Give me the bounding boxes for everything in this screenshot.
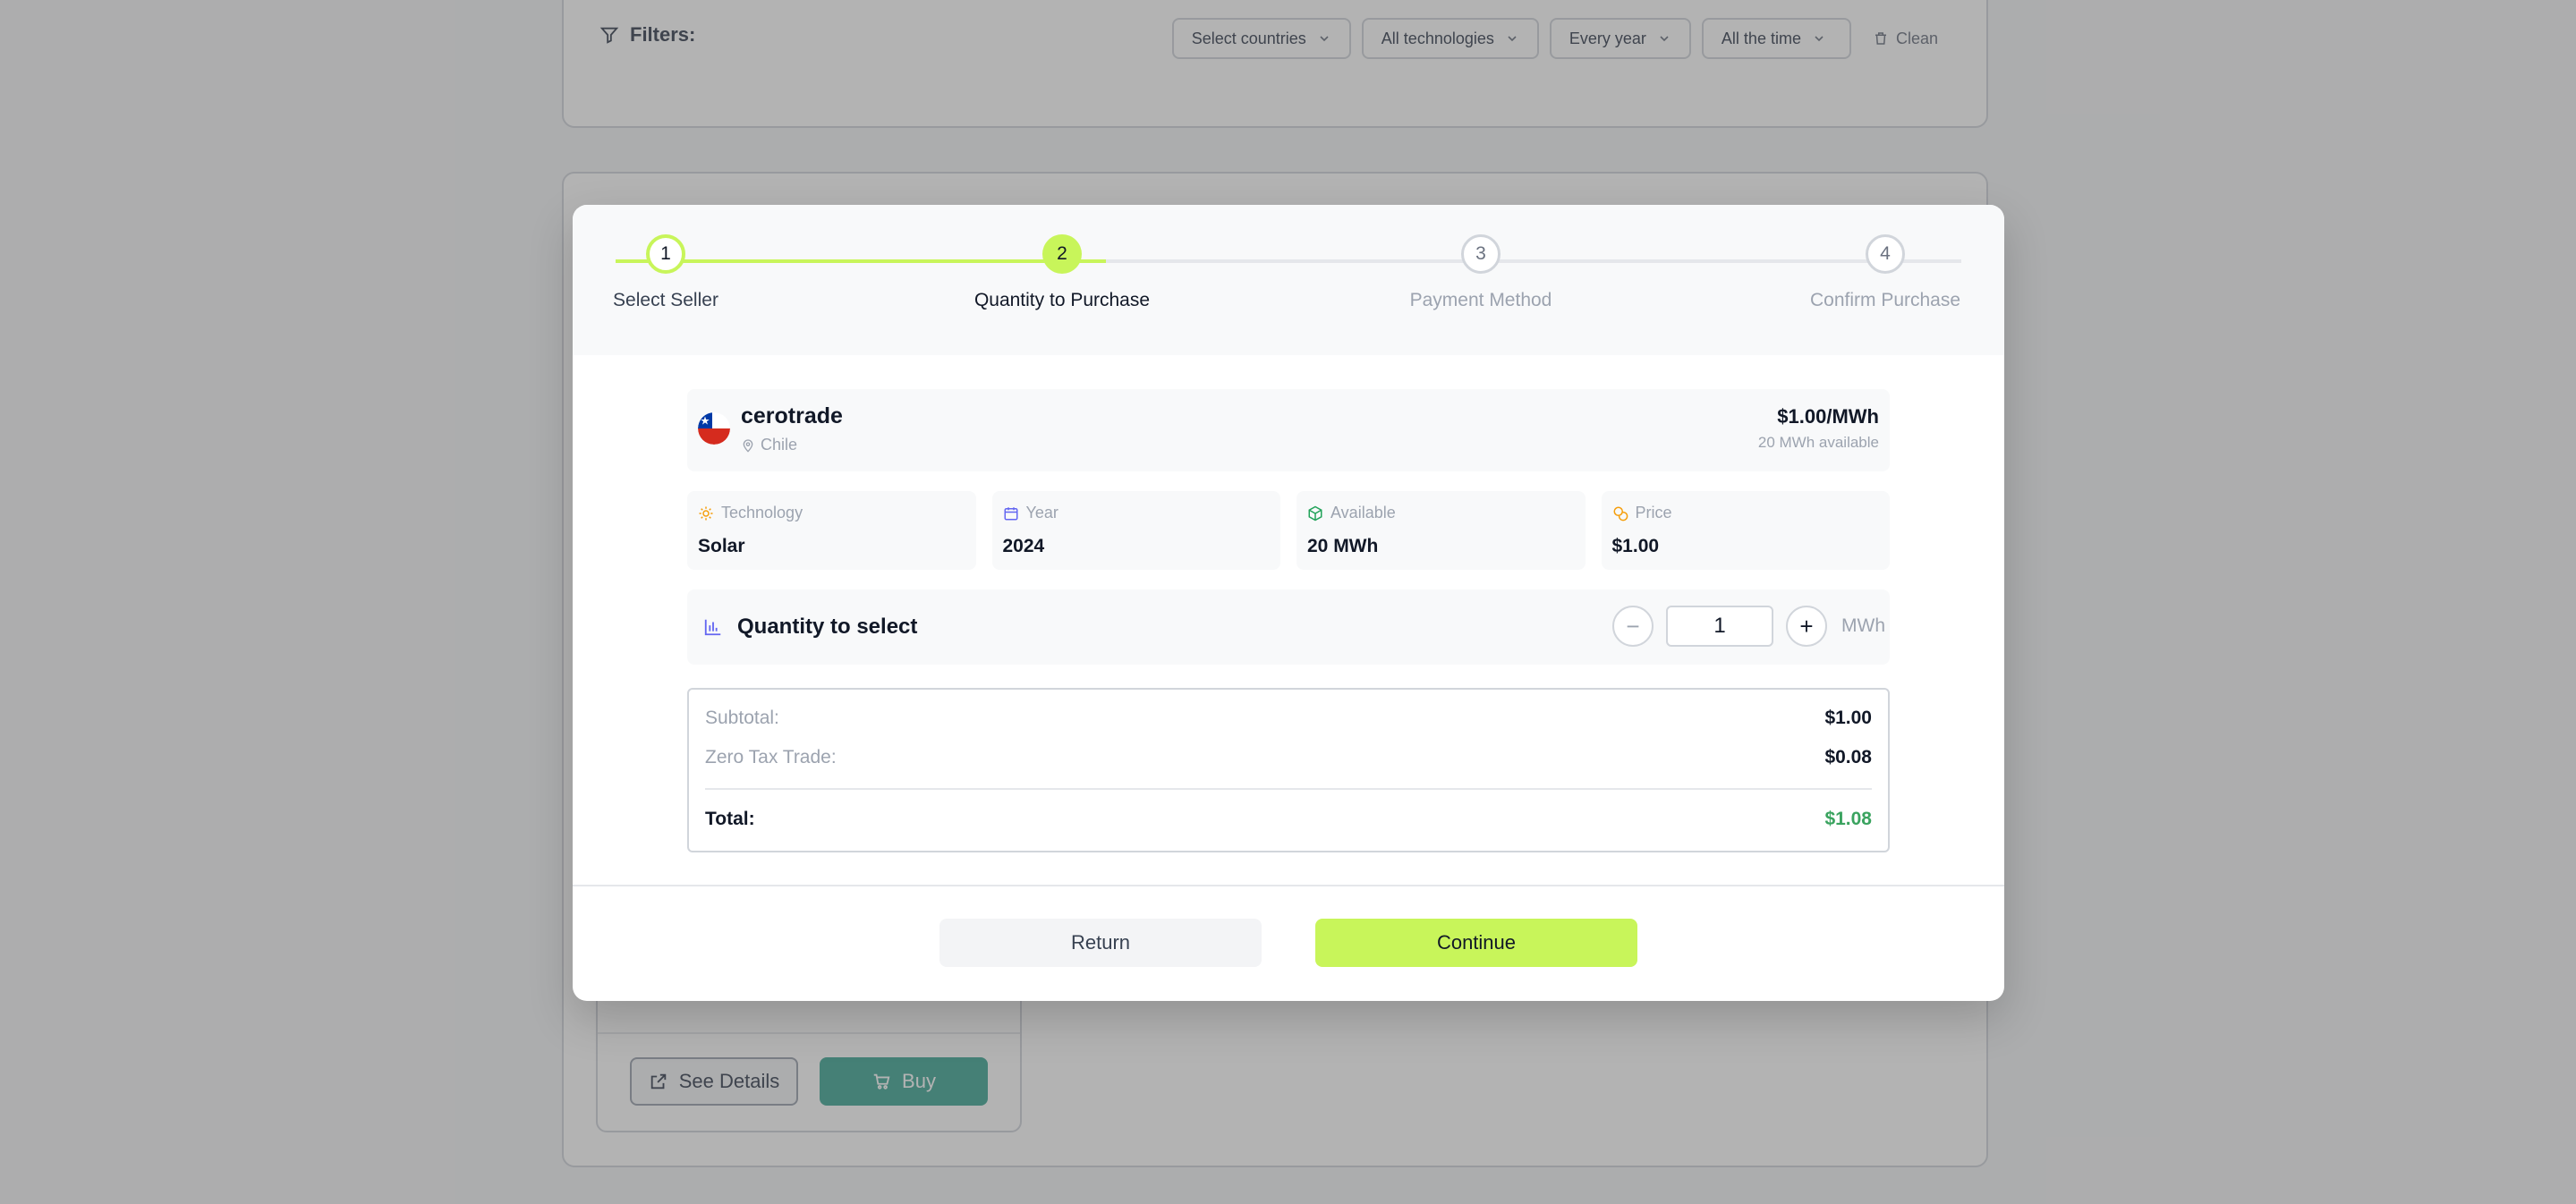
quantity-selector: Quantity to select − + MWh [687,589,1890,665]
step-quantity: 2 Quantity to Purchase [928,234,1196,311]
seller-name: cerotrade [741,403,843,428]
step-number: 4 [1866,234,1905,274]
stat-label: Price [1612,504,1672,522]
stat-year: Year 2024 [991,491,1280,570]
step-select-seller: 1 Select Seller [573,234,800,311]
step-number: 2 [1042,234,1082,274]
subtotal-row: Subtotal: $1.00 [705,708,1872,729]
purchase-modal: 1 Select Seller 2 Quantity to Purchase 3… [573,205,2004,1001]
total-row: Total: $1.08 [705,809,1872,830]
step-label: Payment Method [1409,290,1552,310]
quantity-title: Quantity to select [737,615,918,639]
tax-row: Zero Tax Trade: $0.08 [705,747,1872,768]
stat-label: Technology [698,504,803,522]
tax-label: Zero Tax Trade: [705,747,837,767]
step-label: Confirm Purchase [1809,290,1961,310]
continue-button[interactable]: Continue [1315,919,1637,967]
decrease-button[interactable]: − [1612,606,1654,647]
quantity-header: Quantity to select [703,615,917,640]
step-number: 1 [646,234,685,274]
sun-icon [699,506,713,520]
seller-country: Chile [761,436,798,454]
step-label: Quantity to Purchase [973,290,1151,310]
stepper: 1 Select Seller 2 Quantity to Purchase 3… [573,205,2004,355]
available-label: Available [1331,504,1396,521]
quantity-input[interactable] [1666,606,1773,647]
stat-available: Available 20 MWh [1297,491,1586,570]
year-value: 2024 [1002,536,1045,556]
package-icon [1308,505,1322,521]
seller-location: Chile [741,436,797,454]
stat-price: Price $1.00 [1601,491,1890,570]
bar-chart-icon [704,619,721,636]
chile-flag-icon [698,412,730,445]
quantity-stepper: − + MWh [1612,606,1890,647]
stats-row: Technology Solar Year 2024 Available 20 … [687,491,1890,570]
step-confirm: 4 Confirm Purchase [1751,234,2004,311]
available-value: 20 MWh [1307,536,1379,556]
return-button[interactable]: Return [939,919,1262,967]
price-value: $1.00 [1611,536,1660,556]
stat-label: Available [1307,504,1396,522]
summary-divider [705,788,1872,790]
technology-value: Solar [698,536,745,556]
tax-value: $0.08 [1824,747,1872,767]
stat-technology: Technology Solar [687,491,976,570]
price-label: Price [1635,504,1672,521]
coins-icon [1613,506,1628,521]
calendar-icon [1004,506,1017,520]
seller-available: 20 MWh available [1757,434,1879,451]
increase-button[interactable]: + [1786,606,1827,647]
year-label: Year [1025,504,1058,521]
total-value: $1.08 [1824,809,1872,829]
footer-divider [573,885,2004,886]
technology-label: Technology [721,504,803,521]
total-label: Total: [705,809,755,829]
subtotal-label: Subtotal: [705,708,779,728]
step-payment: 3 Payment Method [1347,234,1615,311]
stat-label: Year [1003,504,1058,522]
step-number: 3 [1461,234,1501,274]
step-label: Select Seller [613,290,718,310]
subtotal-value: $1.00 [1824,708,1872,728]
seller-summary: cerotrade Chile $1.00/MWh 20 MWh availab… [687,389,1890,471]
seller-price: $1.00/MWh [1777,405,1879,428]
map-pin-icon [743,438,753,453]
order-summary: Subtotal: $1.00 Zero Tax Trade: $0.08 To… [687,688,1890,852]
quantity-unit: MWh [1841,615,1885,636]
